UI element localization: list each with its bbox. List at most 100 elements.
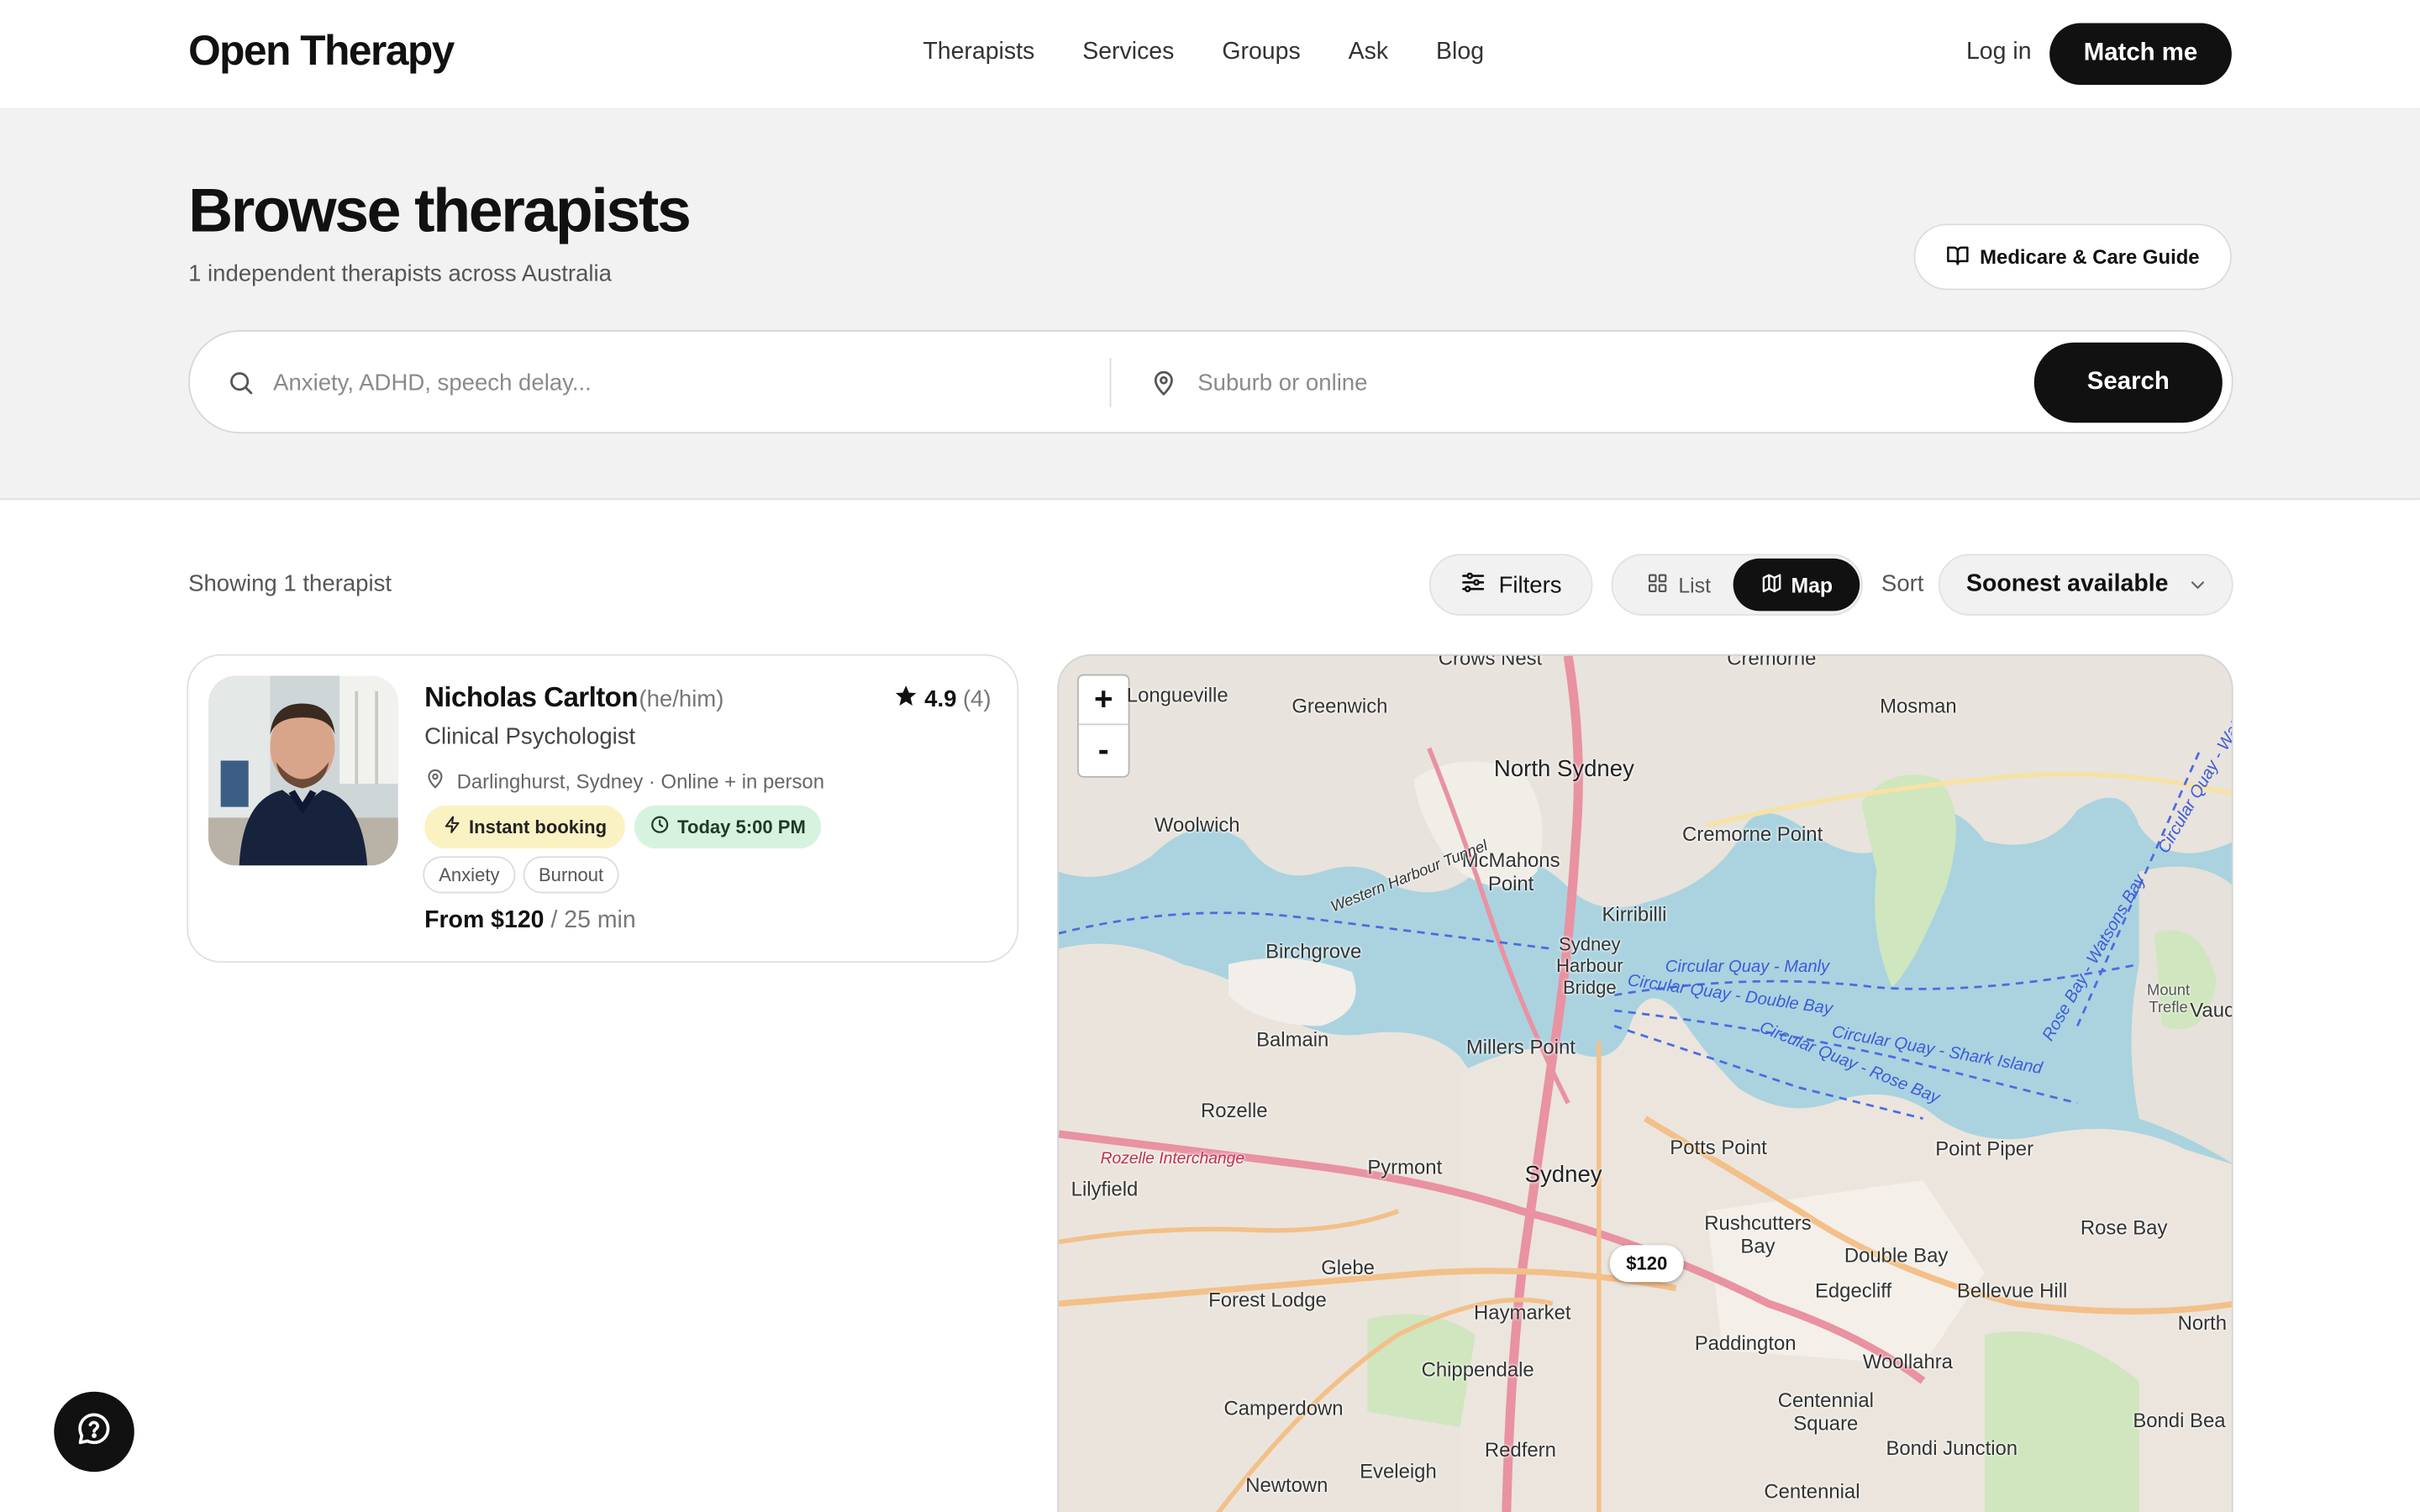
map-label-forest-lodge: Forest Lodge [1208, 1288, 1327, 1312]
results-map[interactable]: + - Crows Nest Cremorne Longueville Gree… [1057, 654, 2233, 1512]
list-view-label: List [1678, 573, 1711, 596]
sort-value: Soonest available [1965, 570, 2169, 597]
book-icon [1946, 243, 1970, 270]
map-label-newtown: Newtown [1245, 1473, 1328, 1497]
therapist-name[interactable]: Nicholas Carlton [424, 682, 638, 715]
map-label-double-bay: Double Bay [1844, 1243, 1949, 1267]
therapist-location: Darlinghurst, Sydney · Online + in perso… [424, 767, 824, 795]
brand-logo[interactable]: Open Therapy [188, 28, 455, 76]
care-guide-button[interactable]: Medicare & Care Guide [1913, 223, 2232, 291]
map-label-chippendale: Chippendale [1421, 1357, 1534, 1381]
map-label-kirribilli: Kirribilli [1602, 902, 1667, 927]
map-label-rushcutters-bay: Rushcutters Bay [1704, 1210, 1812, 1257]
map-price-marker[interactable]: $120 [1609, 1245, 1684, 1283]
location-pin-icon [1150, 367, 1177, 406]
map-label-woollahra: Woollahra [1862, 1350, 1953, 1373]
search-bar: Search [188, 330, 2233, 434]
chat-support-button[interactable] [54, 1391, 134, 1473]
map-view-button[interactable]: Map [1733, 558, 1860, 612]
page-title: Browse therapists [188, 177, 692, 246]
rating-value: 4.9 [924, 685, 957, 712]
specialty-tag: Burnout [523, 856, 619, 894]
map-label-mount-trefle: Mount Trefle [2147, 982, 2191, 1017]
chevron-down-icon [2188, 574, 2207, 601]
map-label-millers-point: Millers Point [1465, 1035, 1576, 1058]
map-label-rose-bay: Rose Bay [2080, 1215, 2168, 1239]
nav-link-services[interactable]: Services [1082, 39, 1174, 66]
nav-link-therapists[interactable]: Therapists [923, 39, 1034, 66]
clock-icon [650, 815, 670, 839]
instant-booking-label: Instant booking [469, 816, 608, 838]
map-label-north-sydney: North Sydney [1493, 755, 1634, 783]
map-view-label: Map [1791, 573, 1833, 596]
nav-link-ask[interactable]: Ask [1349, 39, 1388, 66]
nav-link-groups[interactable]: Groups [1222, 39, 1300, 66]
filters-label: Filters [1498, 571, 1562, 598]
search-input[interactable] [273, 365, 1076, 400]
grid-icon [1648, 571, 1670, 597]
location-text: Darlinghurst, Sydney · Online + in perso… [456, 769, 824, 793]
map-label-woolwich: Woolwich [1154, 812, 1240, 837]
chat-help-icon [76, 1410, 113, 1454]
map-label-potts-point: Potts Point [1670, 1135, 1767, 1159]
map-label-pyrmont: Pyrmont [1367, 1155, 1443, 1179]
availability-label: Today 5:00 PM [677, 816, 806, 838]
map-label-crows-nest: Crows Nest [1438, 654, 1543, 670]
map-label-birchgrove: Birchgrove [1265, 939, 1362, 963]
session-duration: / 25 min [550, 906, 636, 934]
location-pin-icon [424, 767, 446, 795]
map-label-camperdown: Camperdown [1223, 1396, 1344, 1420]
location-input[interactable] [1197, 365, 1815, 400]
map-tiles [1058, 655, 2232, 1512]
map-label-bondi-junction: Bondi Junction [1886, 1436, 2018, 1460]
zoom-in-button[interactable]: + [1078, 675, 1128, 726]
sort-label: Sort [1881, 570, 1924, 597]
specialty-tag: Anxiety [423, 856, 516, 894]
map-label-redfern: Redfern [1484, 1437, 1556, 1462]
search-icon [227, 369, 255, 404]
price-value: From $120 [424, 906, 544, 934]
therapist-price: From $120 / 25 min [424, 907, 636, 935]
list-view-button[interactable]: List [1622, 560, 1736, 610]
map-label-cremorne: Cremorne [1727, 654, 1817, 670]
login-link[interactable]: Log in [1966, 39, 2032, 66]
map-label-glebe: Glebe [1321, 1256, 1375, 1279]
map-label-centennial: Centennial [1764, 1479, 1860, 1503]
map-label-longueville: Longueville [1126, 683, 1228, 707]
map-label-rozelle: Rozelle [1200, 1098, 1268, 1122]
care-guide-label: Medicare & Care Guide [1980, 245, 2200, 269]
instant-booking-badge: Instant booking [424, 805, 625, 849]
search-divider [1109, 358, 1112, 407]
page-subtitle: 1 independent therapists across Australi… [188, 260, 612, 287]
map-label-bondi-beach: Bondi Bea [2133, 1408, 2226, 1432]
map-label-sydney: Sydney [1524, 1162, 1602, 1189]
hero-section: Browse therapists 1 independent therapis… [0, 109, 2420, 501]
map-label-centennial-square: Centennial Square [1777, 1389, 1874, 1436]
therapist-photo [208, 675, 398, 866]
therapist-pronouns: (he/him) [639, 686, 724, 713]
map-label-north: North [2177, 1311, 2227, 1335]
star-icon [893, 684, 918, 715]
match-me-button[interactable]: Match me [2049, 23, 2232, 86]
map-label-harbour-bridge: Sydney Harbour Bridge [1555, 933, 1623, 999]
nav-link-blog[interactable]: Blog [1436, 39, 1484, 66]
map-label-lilyfield: Lilyfield [1071, 1177, 1139, 1200]
sliders-icon [1460, 569, 1486, 601]
therapist-rating: 4.9 (4) [893, 684, 992, 715]
view-toggle: List Map [1611, 554, 1863, 616]
map-label-cremorne-point: Cremorne Point [1682, 822, 1823, 846]
filters-button[interactable]: Filters [1428, 554, 1593, 616]
search-button[interactable]: Search [2033, 342, 2223, 423]
map-label-eveleigh: Eveleigh [1360, 1459, 1437, 1483]
therapist-card[interactable]: Nicholas Carlton (he/him) 4.9 (4) Clinic… [187, 654, 1019, 963]
zoom-out-button[interactable]: - [1079, 727, 1128, 776]
map-label-vaucluse: Vauc [2190, 998, 2233, 1021]
map-label-paddington: Paddington [1694, 1331, 1797, 1355]
map-label-edgecliff: Edgecliff [1814, 1278, 1892, 1303]
therapist-title: Clinical Psychologist [424, 723, 636, 750]
lightning-icon [443, 815, 461, 839]
zoom-control: + - [1077, 674, 1130, 778]
map-label-point-piper: Point Piper [1935, 1137, 2034, 1161]
map-label-bellevue-hill: Bellevue Hill [1956, 1278, 2068, 1303]
sort-select[interactable]: Soonest available [1938, 554, 2233, 616]
